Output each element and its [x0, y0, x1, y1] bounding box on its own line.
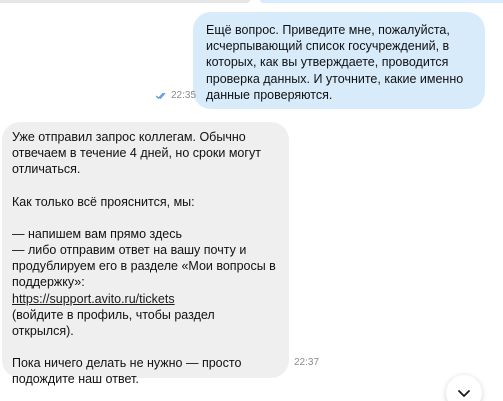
outgoing-message-time: 22:35 [171, 90, 197, 101]
incoming-message-time: 22:37 [294, 357, 320, 368]
scroll-to-bottom-button[interactable] [446, 375, 482, 401]
incoming-paragraph-2: Как только всё прояснится, мы: [12, 194, 195, 209]
incoming-paragraph-5: Пока ничего делать не нужно — просто под… [12, 356, 242, 387]
outgoing-message[interactable]: Ещё вопрос. Приведите мне, пожалуйста, и… [193, 12, 485, 109]
previous-messages-edge [0, 0, 503, 6]
previous-outgoing-bubble-edge [260, 0, 503, 3]
support-tickets-link[interactable]: https://support.avito.ru/tickets [12, 292, 175, 306]
incoming-paragraph-4: (войдите в профиль, чтобы раздел открылс… [12, 307, 215, 339]
incoming-paragraph-1: Уже отправил запрос коллегам. Обычно отв… [12, 130, 261, 177]
incoming-paragraph-3: — напишем вам прямо здесь — либо отправи… [12, 226, 276, 290]
incoming-message[interactable]: Уже отправил запрос коллегам. Обычно отв… [2, 122, 289, 386]
previous-incoming-bubble-edge [0, 0, 250, 3]
double-check-icon [155, 92, 168, 100]
chevron-down-icon [458, 389, 470, 397]
outgoing-message-meta: 22:35 [155, 90, 197, 101]
outgoing-message-text: Ещё вопрос. Приведите мне, пожалуйста, и… [206, 23, 464, 102]
chat-view: Ещё вопрос. Приведите мне, пожалуйста, и… [0, 0, 503, 401]
